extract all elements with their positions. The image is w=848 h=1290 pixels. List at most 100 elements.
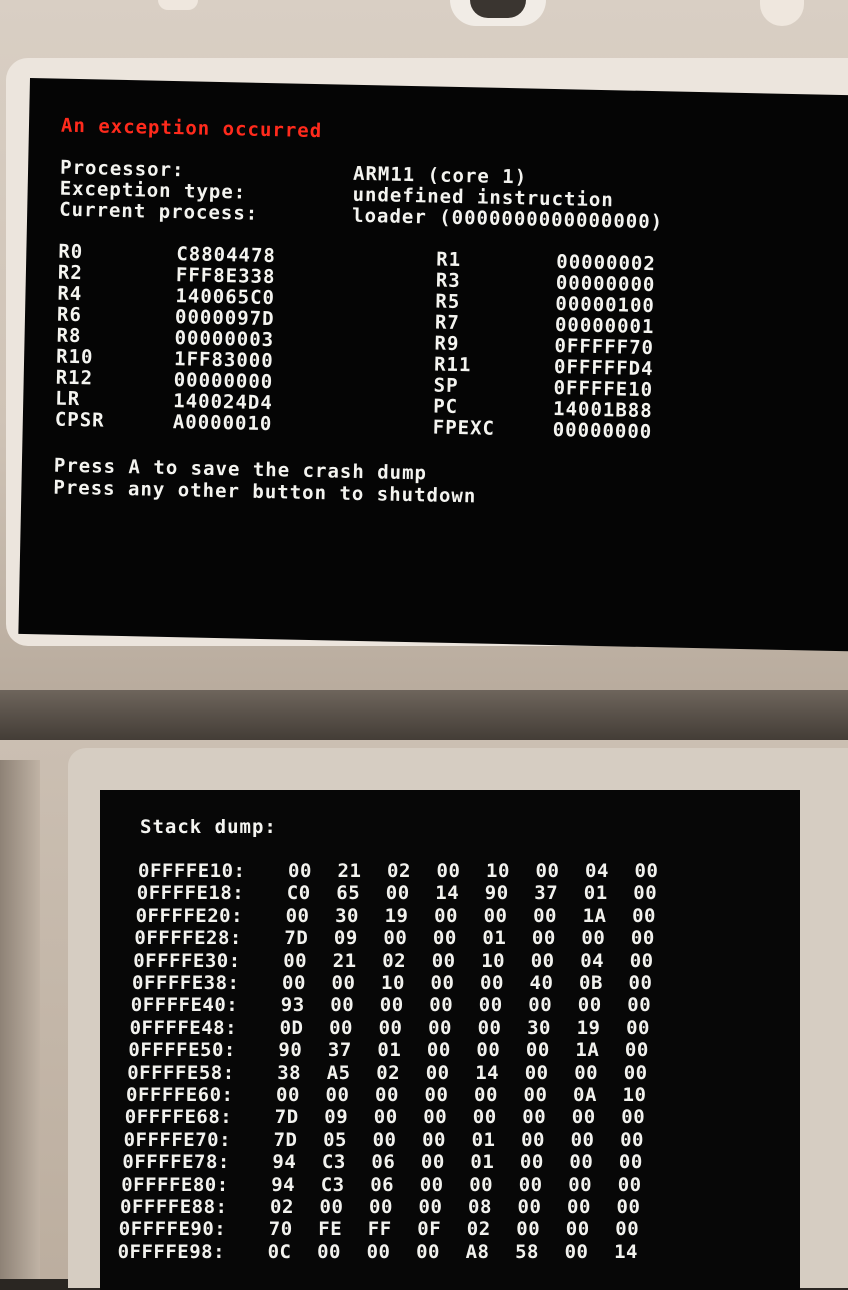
top-screen: An exception occurred Processor: ARM11 (…	[18, 78, 848, 652]
register-name: R11	[433, 353, 472, 377]
stack-byte: 19	[576, 1016, 601, 1039]
stack-byte: 00	[525, 1039, 550, 1062]
stack-byte: 00	[319, 1196, 344, 1218]
stack-dump-row: 0FFFFE38: 00 00 10 00 00 40 0B 00	[132, 974, 678, 993]
stack-address: 0FFFFE50:	[128, 1039, 236, 1062]
stack-dump-row: 0FFFFE78: 94 C3 06 00 01 00 00 00	[122, 1153, 668, 1172]
stack-dump-title: Stack dump:	[140, 816, 277, 838]
stack-byte: 00	[581, 927, 606, 950]
stack-address: 0FFFFE90:	[118, 1218, 227, 1241]
stack-byte: 00	[632, 904, 656, 927]
stack-byte: 00	[565, 1218, 590, 1241]
stack-byte: 00	[416, 1240, 440, 1263]
stack-byte: C0	[286, 882, 311, 905]
stack-byte: 58	[515, 1240, 539, 1263]
stack-byte: 00	[325, 1084, 350, 1106]
stack-byte: 00	[531, 927, 556, 950]
register-name: SP	[433, 374, 459, 398]
stack-byte: 00	[330, 994, 355, 1017]
stack-byte: 00	[627, 994, 652, 1017]
stack-dump-row: 0FFFFE88: 02 00 00 00 08 00 00 00	[120, 1198, 666, 1217]
stack-dump-row: 0FFFFE68: 7D 09 00 00 00 00 00 00	[125, 1108, 671, 1127]
register-name: R0	[58, 240, 84, 264]
stack-byte: 00	[385, 882, 410, 905]
stack-byte: 00	[425, 1061, 450, 1084]
stack-byte: 00	[474, 1084, 498, 1106]
stack-byte: 00	[568, 1173, 593, 1196]
stack-byte: 00	[420, 1151, 445, 1174]
stack-byte: 19	[384, 904, 409, 927]
stack-byte: 00	[524, 1061, 549, 1084]
stack-dump-row: 0FFFFE70: 7D 05 00 00 01 00 00 00	[124, 1128, 670, 1151]
stack-byte: 00	[533, 904, 557, 927]
stack-byte: 08	[468, 1196, 492, 1218]
stack-byte: 94	[271, 1173, 296, 1196]
stack-address: 0FFFFE38:	[132, 972, 240, 994]
stack-byte: 02	[382, 949, 407, 972]
register-name: R12	[55, 366, 94, 390]
stack-byte: 00	[373, 1106, 398, 1129]
register-value: 0000097D	[174, 306, 275, 331]
register-name: FPEXC	[432, 416, 496, 440]
stack-address: 0FFFFE80:	[121, 1173, 229, 1196]
stack-byte: 14	[614, 1240, 638, 1263]
stack-dump-row: 0FFFFE80: 94 C3 06 00 00 00 00 00	[121, 1173, 667, 1196]
stack-byte: 01	[471, 1128, 496, 1151]
stack-byte: 00	[615, 1218, 640, 1241]
stack-byte: 00	[366, 1240, 391, 1263]
stack-byte: 02	[466, 1218, 491, 1241]
stack-byte: 00	[633, 882, 658, 905]
stack-byte: 00	[629, 949, 654, 972]
stack-byte: 00	[517, 1196, 542, 1218]
stack-address: 0FFFFE88:	[120, 1196, 228, 1218]
register-name: R2	[57, 261, 84, 285]
stack-address: 0FFFFE68:	[124, 1106, 233, 1129]
stack-byte: 00	[571, 1106, 596, 1129]
stack-byte: FF	[367, 1218, 392, 1241]
register-value: C8804478	[176, 243, 277, 268]
stack-byte: 00	[521, 1128, 545, 1151]
stack-byte: 01	[482, 927, 507, 950]
bottom-screen: Stack dump: 0FFFFE10: 00 21 02 00 10 00 04 00 0FF…	[100, 790, 800, 1290]
stack-byte: 10	[481, 949, 506, 972]
stack-byte: 00	[483, 904, 508, 927]
stack-byte: 06	[371, 1151, 396, 1174]
register-name: R3	[435, 269, 461, 293]
register-value: 00000003	[174, 327, 275, 352]
stack-byte: 04	[580, 949, 605, 972]
stack-byte: 00	[480, 972, 504, 994]
stack-byte: 00	[528, 994, 553, 1017]
stack-byte: 7D	[273, 1128, 298, 1151]
stack-byte: 06	[370, 1173, 395, 1196]
stack-byte: 7D	[274, 1106, 299, 1129]
stack-byte: 00	[378, 1016, 403, 1039]
stack-byte: 02	[270, 1196, 294, 1218]
stack-byte: 0D	[279, 1016, 304, 1039]
stack-dump-row: 0FFFFE50: 90 37 01 00 00 00 1A 00	[128, 1041, 674, 1060]
stack-byte: 14	[475, 1061, 500, 1084]
info-value-current-process: loader (0000000000000000)	[351, 204, 664, 234]
stack-byte: 70	[268, 1218, 293, 1241]
stack-byte: 00	[288, 860, 312, 882]
stack-address: 0FFFFE60:	[126, 1084, 234, 1106]
stack-byte: 1A	[575, 1039, 600, 1062]
register-value: 00000100	[555, 293, 656, 318]
register-value: 00000002	[556, 251, 656, 276]
register-name: R4	[57, 282, 83, 306]
stack-byte: 00	[436, 860, 461, 882]
stack-byte: 00	[567, 1196, 591, 1218]
stack-dump-row: 0FFFFE40: 93 00 00 00 00 00 00 00	[131, 996, 677, 1015]
stack-byte: 00	[621, 1106, 646, 1129]
register-name: R10	[55, 345, 94, 369]
register-value: 00000000	[555, 272, 656, 297]
stack-byte: 21	[332, 949, 357, 972]
stack-byte: 04	[585, 860, 609, 882]
stack-byte: 65	[336, 882, 361, 905]
stack-byte: 00	[478, 994, 503, 1017]
stack-byte: 94	[272, 1151, 297, 1174]
stack-byte: 00	[630, 927, 655, 950]
stack-byte: 00	[569, 1151, 594, 1174]
stack-byte: 00	[379, 994, 404, 1017]
stack-dump-row: 0FFFFE30: 00 21 02 00 10 00 04 00	[133, 949, 679, 972]
stack-byte: 37	[534, 882, 559, 905]
